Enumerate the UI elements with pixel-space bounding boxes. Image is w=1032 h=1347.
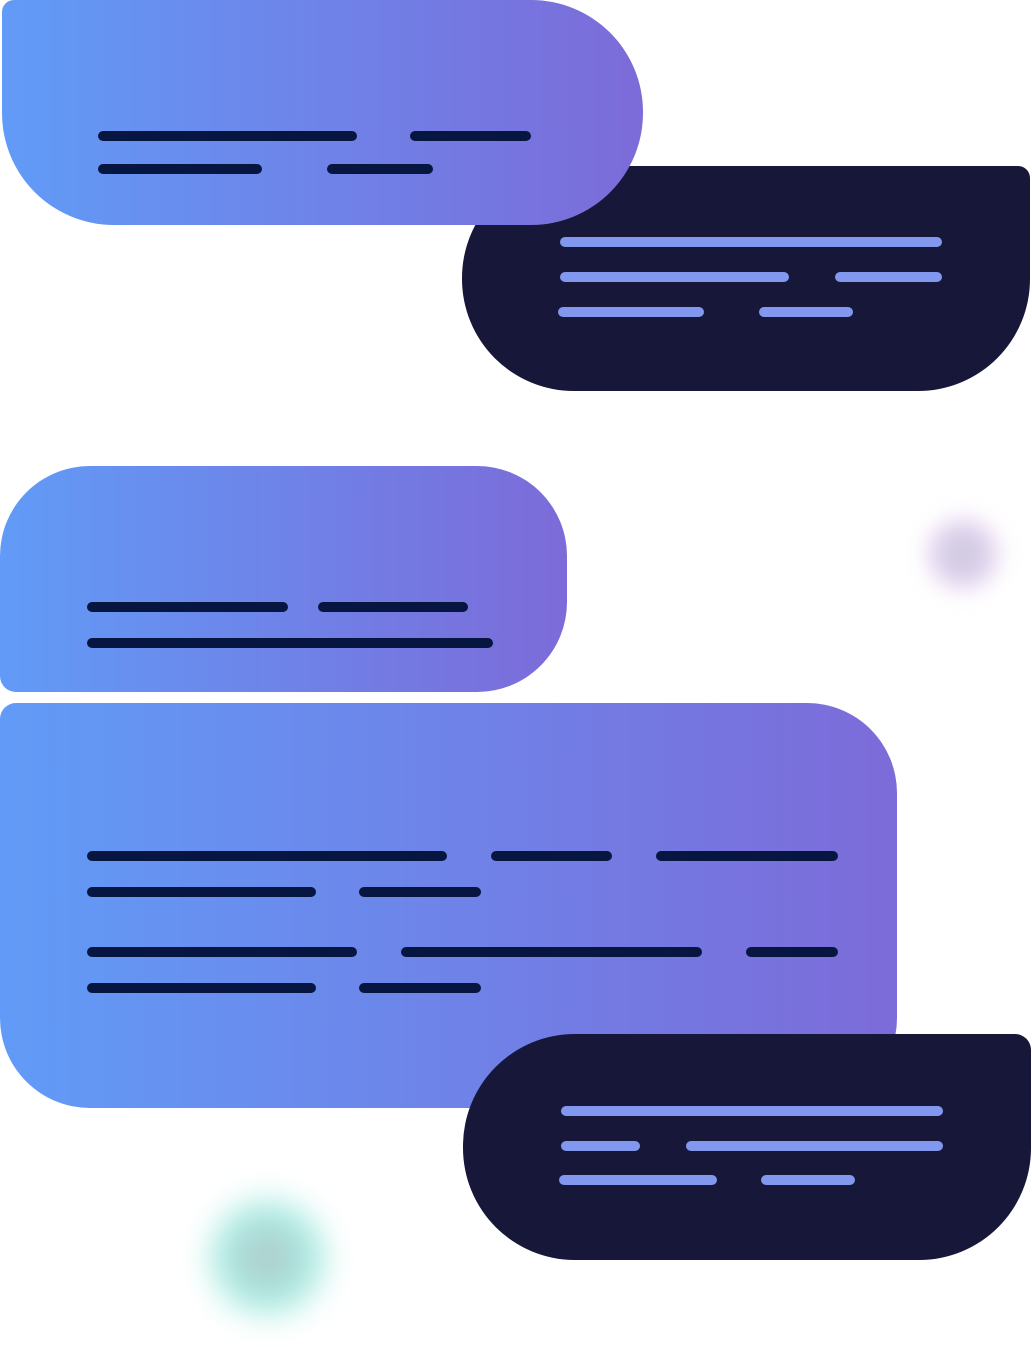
chat-bubble-gradient-middle [0, 466, 567, 692]
text-placeholder-line [327, 164, 433, 174]
chat-bubble-gradient-top [2, 0, 643, 225]
text-placeholder-line [560, 272, 789, 282]
text-placeholder-line [761, 1175, 855, 1185]
chat-bubble-dark-bottom [463, 1034, 1031, 1260]
text-placeholder-line [359, 983, 481, 993]
pink-glow-blob [925, 516, 1001, 592]
text-placeholder-line [835, 272, 942, 282]
text-placeholder-line [561, 1106, 943, 1116]
text-placeholder-line [410, 131, 531, 141]
text-placeholder-line [759, 307, 853, 317]
text-placeholder-line [558, 307, 704, 317]
text-placeholder-line [560, 237, 942, 247]
text-placeholder-line [87, 638, 493, 648]
text-placeholder-line [656, 851, 838, 861]
text-placeholder-line [686, 1141, 943, 1151]
text-placeholder-line [87, 947, 357, 957]
text-placeholder-line [318, 602, 468, 612]
text-placeholder-line [87, 851, 447, 861]
text-placeholder-line [401, 947, 702, 957]
text-placeholder-line [87, 602, 288, 612]
text-placeholder-line [559, 1175, 717, 1185]
text-placeholder-line [87, 983, 316, 993]
chat-illustration [0, 0, 1032, 1347]
text-placeholder-line [561, 1141, 640, 1151]
text-placeholder-line [87, 887, 316, 897]
text-placeholder-line [491, 851, 612, 861]
text-placeholder-line [746, 947, 838, 957]
text-placeholder-line [98, 131, 357, 141]
teal-glow-blob [205, 1195, 330, 1320]
text-placeholder-line [359, 887, 481, 897]
text-placeholder-line [98, 164, 262, 174]
